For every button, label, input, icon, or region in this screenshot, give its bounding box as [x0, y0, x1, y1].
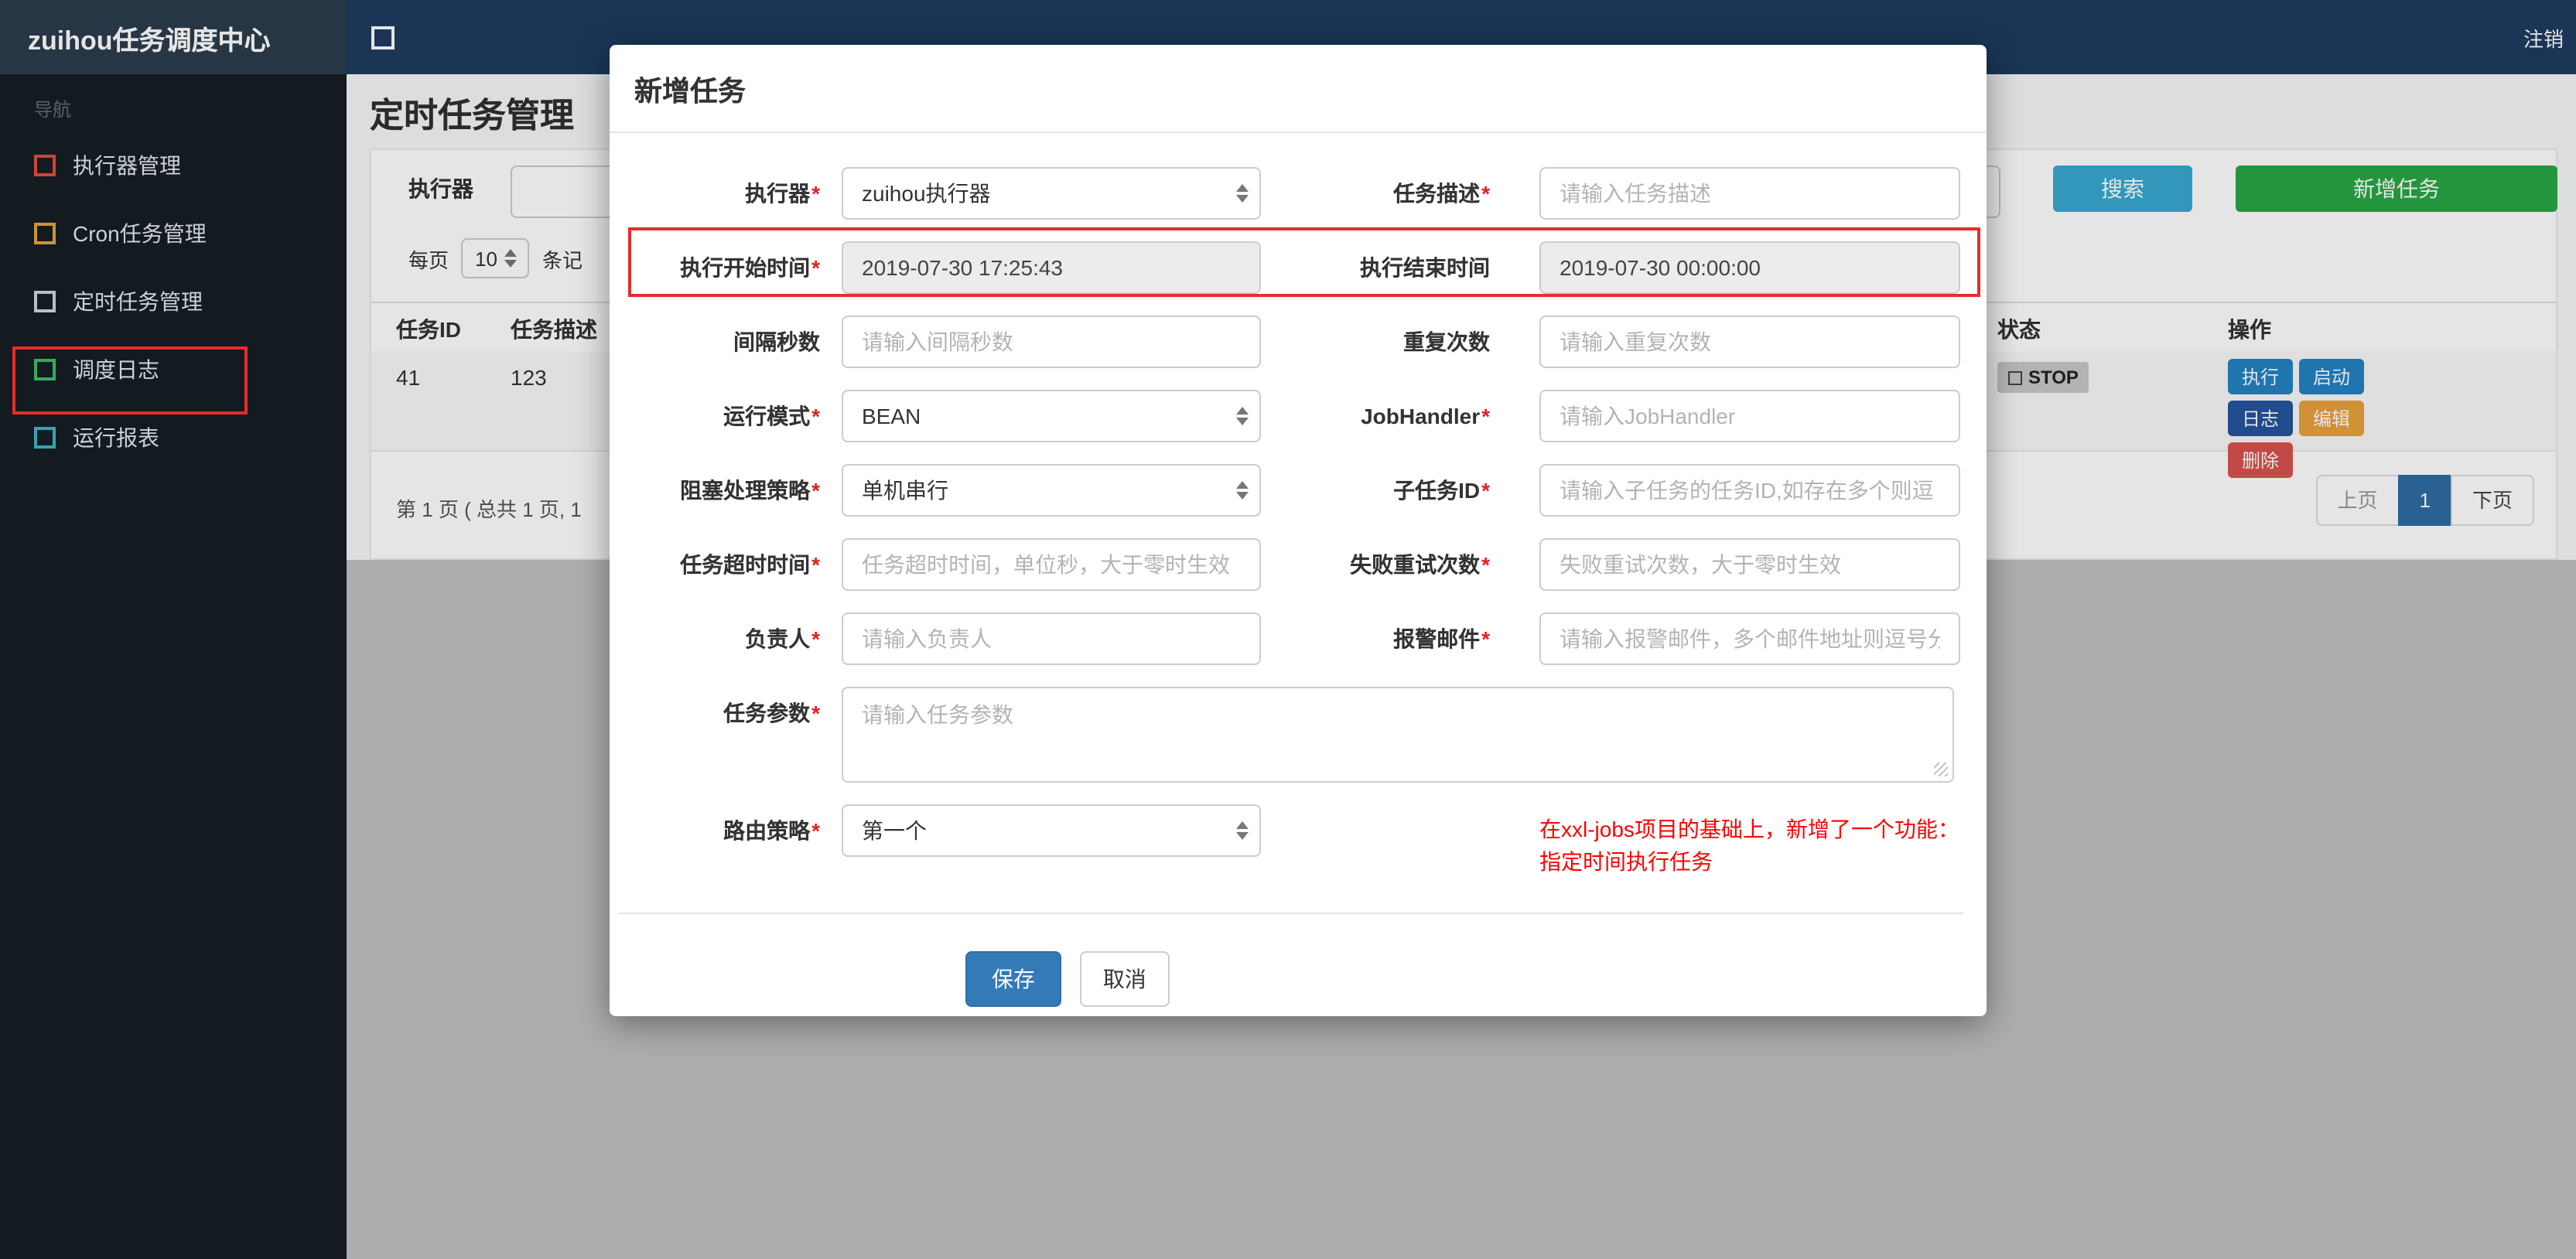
executor-label: 执行器*	[625, 167, 842, 220]
job-desc-input[interactable]	[1539, 167, 1960, 220]
job-params-textarea[interactable]	[842, 687, 1954, 783]
alarm-email-label: 报警邮件*	[1261, 612, 1539, 665]
form-row: 任务参数*	[625, 687, 1963, 783]
end-time-label: 执行结束时间	[1261, 241, 1539, 294]
select-arrows-icon	[1236, 407, 1249, 425]
form-row: 负责人* 报警邮件*	[625, 612, 1963, 665]
modal-title: 新增任务	[634, 76, 746, 107]
timeout-label: 任务超时时间*	[625, 538, 842, 591]
repeat-input[interactable]	[1539, 316, 1960, 368]
retry-count-label: 失败重试次数*	[1261, 538, 1539, 591]
job-params-label: 任务参数*	[625, 687, 842, 739]
form-row: 执行器* zuihou执行器 任务描述*	[625, 167, 1963, 220]
repeat-label: 重复次数	[1261, 316, 1539, 368]
save-button[interactable]: 保存	[965, 951, 1061, 1007]
owner-input[interactable]	[842, 612, 1261, 665]
retry-count-input[interactable]	[1539, 538, 1960, 591]
form-row: 执行开始时间* 执行结束时间	[625, 241, 1963, 294]
feature-note: 在xxl-jobs项目的基础上，新增了一个功能： 指定时间执行任务	[1539, 804, 1963, 879]
alarm-email-input[interactable]	[1539, 612, 1960, 665]
modal-header: 新增任务	[610, 45, 1987, 133]
form-row: 间隔秒数 重复次数	[625, 316, 1963, 368]
form-row: 阻塞处理策略* 单机串行 子任务ID*	[625, 464, 1963, 517]
cancel-button[interactable]: 取消	[1080, 951, 1170, 1007]
select-arrows-icon	[1236, 481, 1249, 500]
executor-select[interactable]: zuihou执行器	[842, 167, 1261, 220]
route-strategy-select[interactable]: 第一个	[842, 804, 1261, 857]
form-row: 路由策略* 第一个 在xxl-jobs项目的基础上，新增了一个功能： 指定时间执…	[625, 804, 1963, 879]
block-strategy-label: 阻塞处理策略*	[625, 464, 842, 517]
owner-label: 负责人*	[625, 612, 842, 665]
select-arrows-icon	[1236, 821, 1249, 840]
feature-note-line1: 在xxl-jobs项目的基础上，新增了一个功能：	[1539, 814, 1963, 846]
block-strategy-select[interactable]: 单机串行	[842, 464, 1261, 517]
select-arrows-icon	[1236, 184, 1249, 203]
child-job-label: 子任务ID*	[1261, 464, 1539, 517]
interval-label: 间隔秒数	[625, 316, 842, 368]
route-strategy-label: 路由策略*	[625, 804, 842, 857]
run-mode-select[interactable]: BEAN	[842, 390, 1261, 442]
child-job-input[interactable]	[1539, 464, 1960, 517]
job-desc-label: 任务描述*	[1261, 167, 1539, 220]
start-time-input[interactable]	[842, 241, 1261, 294]
modal-actions: 保存 取消	[610, 914, 1987, 1007]
app-root: zuihou任务调度中心 注销 导航 执行器管理 Cron任务管理 定时任务管理…	[0, 0, 2576, 1259]
end-time-input[interactable]	[1539, 241, 1960, 294]
form-row: 任务超时时间* 失败重试次数*	[625, 538, 1963, 591]
start-time-label: 执行开始时间*	[625, 241, 842, 294]
timeout-input[interactable]	[842, 538, 1261, 591]
run-mode-label: 运行模式*	[625, 390, 842, 442]
form-row: 运行模式* BEAN JobHandler*	[625, 390, 1963, 442]
feature-note-line2: 指定时间执行任务	[1539, 846, 1963, 879]
jobhandler-label: JobHandler*	[1261, 390, 1539, 442]
modal-body: 执行器* zuihou执行器 任务描述* 执行开始时间* 执行结束时间 间隔秒数…	[610, 133, 1987, 1007]
add-task-modal: 新增任务 执行器* zuihou执行器 任务描述* 执行开始时间* 执行结束时间…	[610, 45, 1987, 1016]
jobhandler-input[interactable]	[1539, 390, 1960, 442]
interval-input[interactable]	[842, 316, 1261, 368]
